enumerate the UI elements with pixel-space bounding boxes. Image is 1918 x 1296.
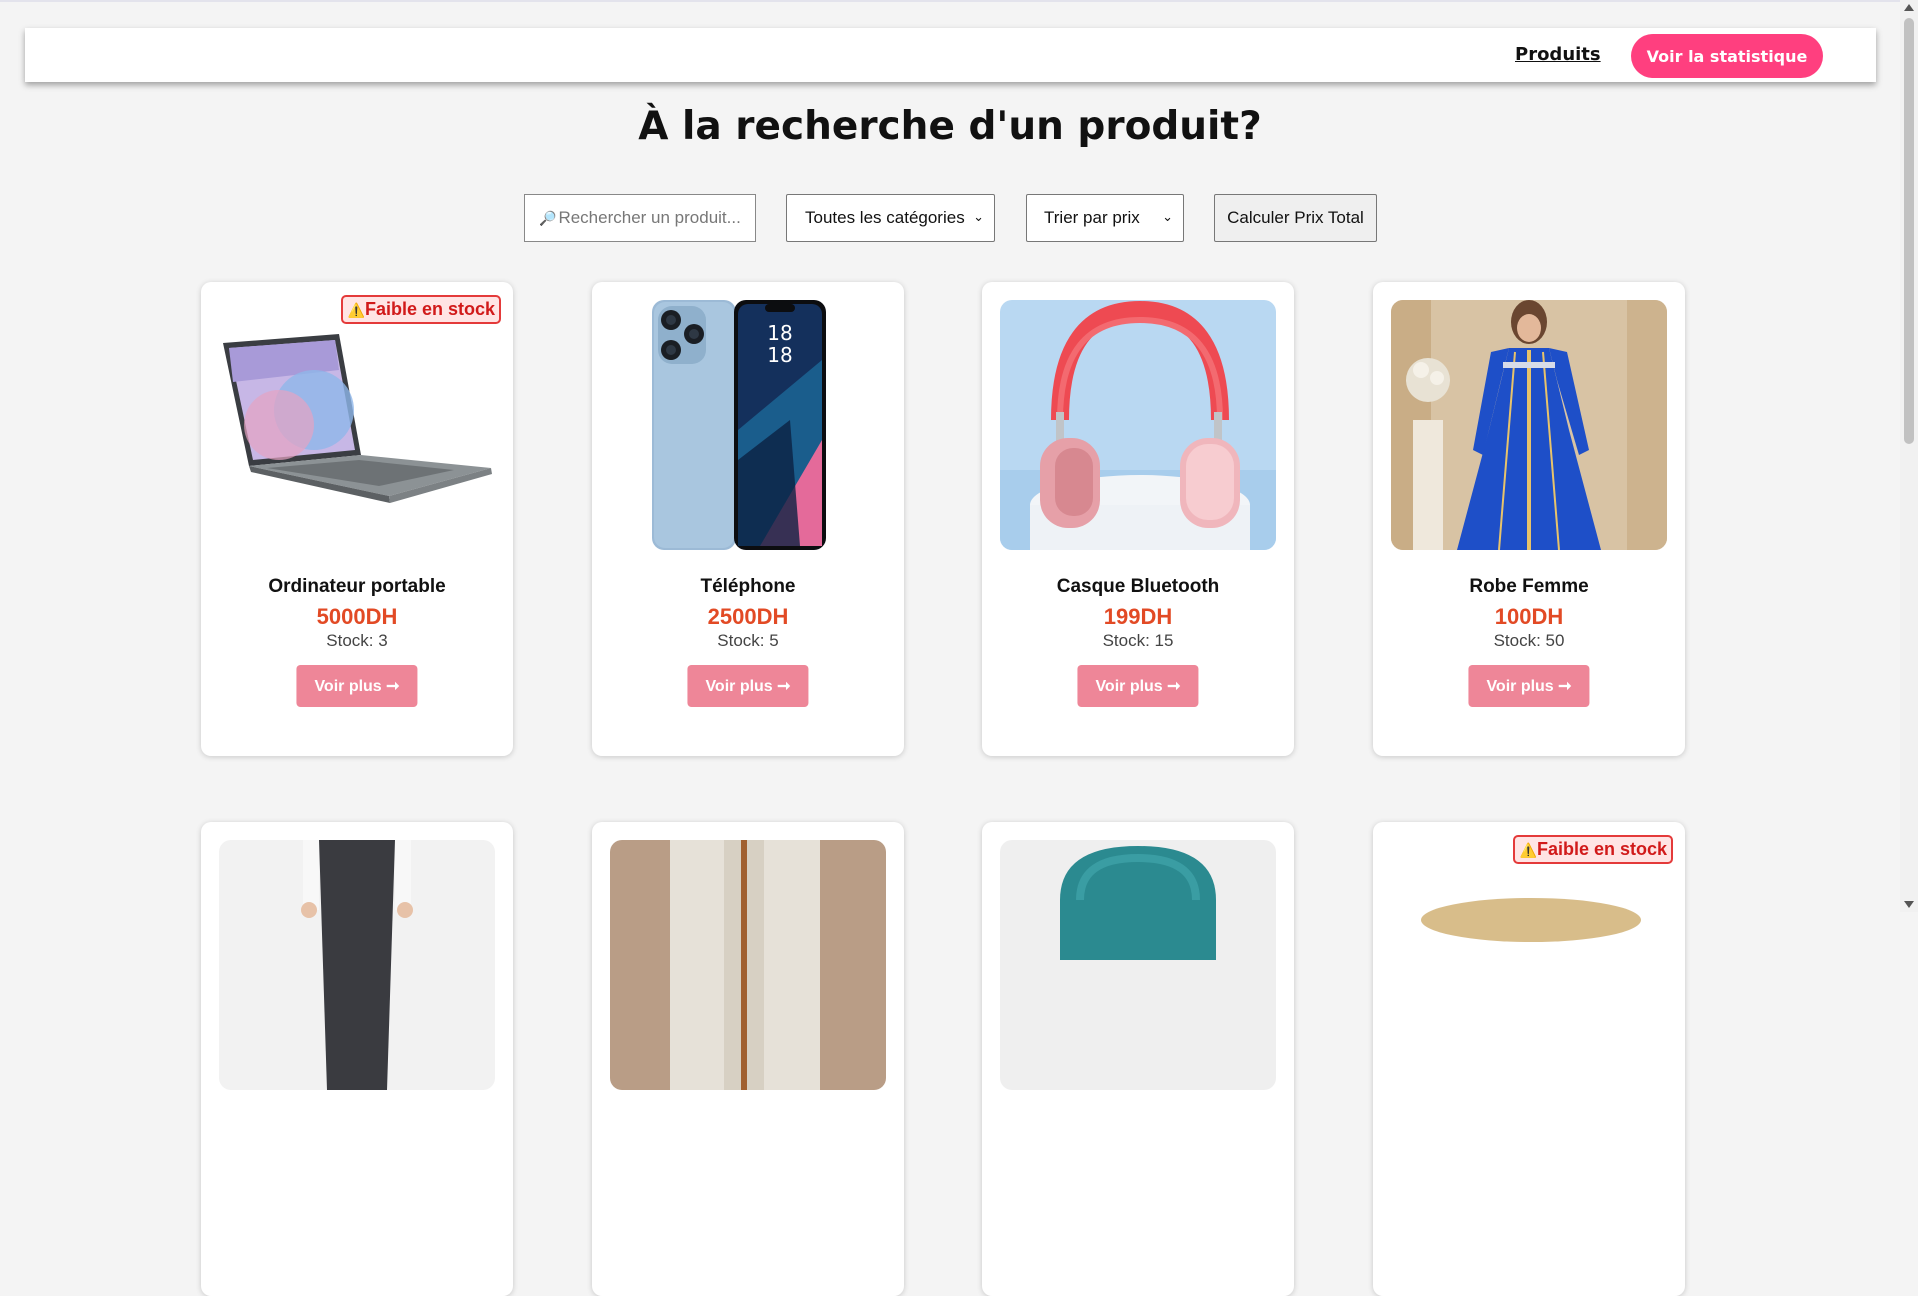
category-select[interactable]: Toutes les catégories ⌄ — [786, 194, 995, 242]
search-icon: 🔎 — [539, 209, 557, 226]
sort-price-select[interactable]: Trier par prix ⌄ — [1026, 194, 1184, 242]
product-image-laptop — [219, 300, 495, 550]
svg-text:18: 18 — [767, 343, 792, 367]
warning-icon: ⚠️ — [347, 302, 365, 318]
warning-icon: ⚠️ — [1519, 842, 1537, 858]
navbar: Produits Voir la statistique — [25, 28, 1876, 82]
top-border — [0, 0, 1900, 2]
product-name: Casque Bluetooth — [1056, 576, 1220, 597]
sort-select-value: Trier par prix — [1044, 208, 1140, 227]
product-card: Robe Femme 100DH Stock: 50 Voir plus ➞ — [1373, 282, 1685, 756]
product-image-table — [1391, 840, 1667, 1090]
view-more-button[interactable]: Voir plus ➞ — [1468, 665, 1590, 707]
nav-link-produits[interactable]: Produits — [1515, 44, 1601, 65]
chevron-down-icon: ⌄ — [1162, 209, 1173, 224]
calculate-total-button[interactable]: Calculer Prix Total — [1214, 194, 1377, 242]
view-more-button[interactable]: Voir plus ➞ — [687, 665, 809, 707]
product-name: Ordinateur portable — [268, 576, 446, 597]
product-card — [982, 822, 1294, 1296]
product-stock: Stock: 50 — [1493, 631, 1565, 650]
category-select-value: Toutes les catégories — [805, 208, 965, 227]
scrollbar-thumb[interactable] — [1904, 18, 1914, 444]
product-price: 100DH — [1494, 604, 1564, 629]
view-statistics-button[interactable]: Voir la statistique — [1631, 34, 1823, 78]
product-card — [201, 822, 513, 1296]
product-card: ⚠️Faible en stock — [1373, 822, 1685, 1296]
product-price: 199DH — [1103, 604, 1173, 629]
product-image-coat — [610, 840, 886, 1090]
page-title: À la recherche d'un produit? — [638, 104, 1262, 149]
product-stock: Stock: 15 — [1102, 631, 1174, 650]
product-card: 18 18 Téléphone 2500DH Stock: 5 Voir plu… — [592, 282, 904, 756]
scroll-down-arrow-icon[interactable] — [1904, 901, 1914, 908]
view-more-button[interactable]: Voir plus ➞ — [296, 665, 418, 707]
search-input[interactable]: 🔎 Rechercher un produit... — [524, 194, 756, 242]
product-stock: Stock: 3 — [326, 631, 388, 650]
scroll-up-arrow-icon[interactable] — [1904, 4, 1914, 11]
chevron-down-icon: ⌄ — [973, 209, 984, 224]
view-more-button[interactable]: Voir plus ➞ — [1077, 665, 1199, 707]
product-card: ⚠️Faible en stock Ordinateur portable 50… — [201, 282, 513, 756]
product-image-phone: 18 18 — [610, 300, 886, 550]
product-price: 5000DH — [316, 604, 398, 629]
product-stock: Stock: 5 — [717, 631, 779, 650]
product-name: Robe Femme — [1469, 576, 1589, 597]
product-card — [592, 822, 904, 1296]
product-name: Téléphone — [700, 576, 796, 597]
scrollbar[interactable] — [1900, 0, 1918, 912]
product-price: 2500DH — [707, 604, 789, 629]
product-image-chair — [1000, 840, 1276, 1090]
search-placeholder: Rechercher un produit... — [558, 208, 741, 227]
product-image-dress — [1391, 300, 1667, 550]
product-image-headphones — [1000, 300, 1276, 550]
low-stock-badge: ⚠️Faible en stock — [1512, 835, 1673, 864]
low-stock-badge: ⚠️Faible en stock — [340, 295, 501, 324]
svg-text:18: 18 — [767, 321, 792, 345]
product-card: Casque Bluetooth 199DH Stock: 15 Voir pl… — [982, 282, 1294, 756]
product-image-trousers — [219, 840, 495, 1090]
